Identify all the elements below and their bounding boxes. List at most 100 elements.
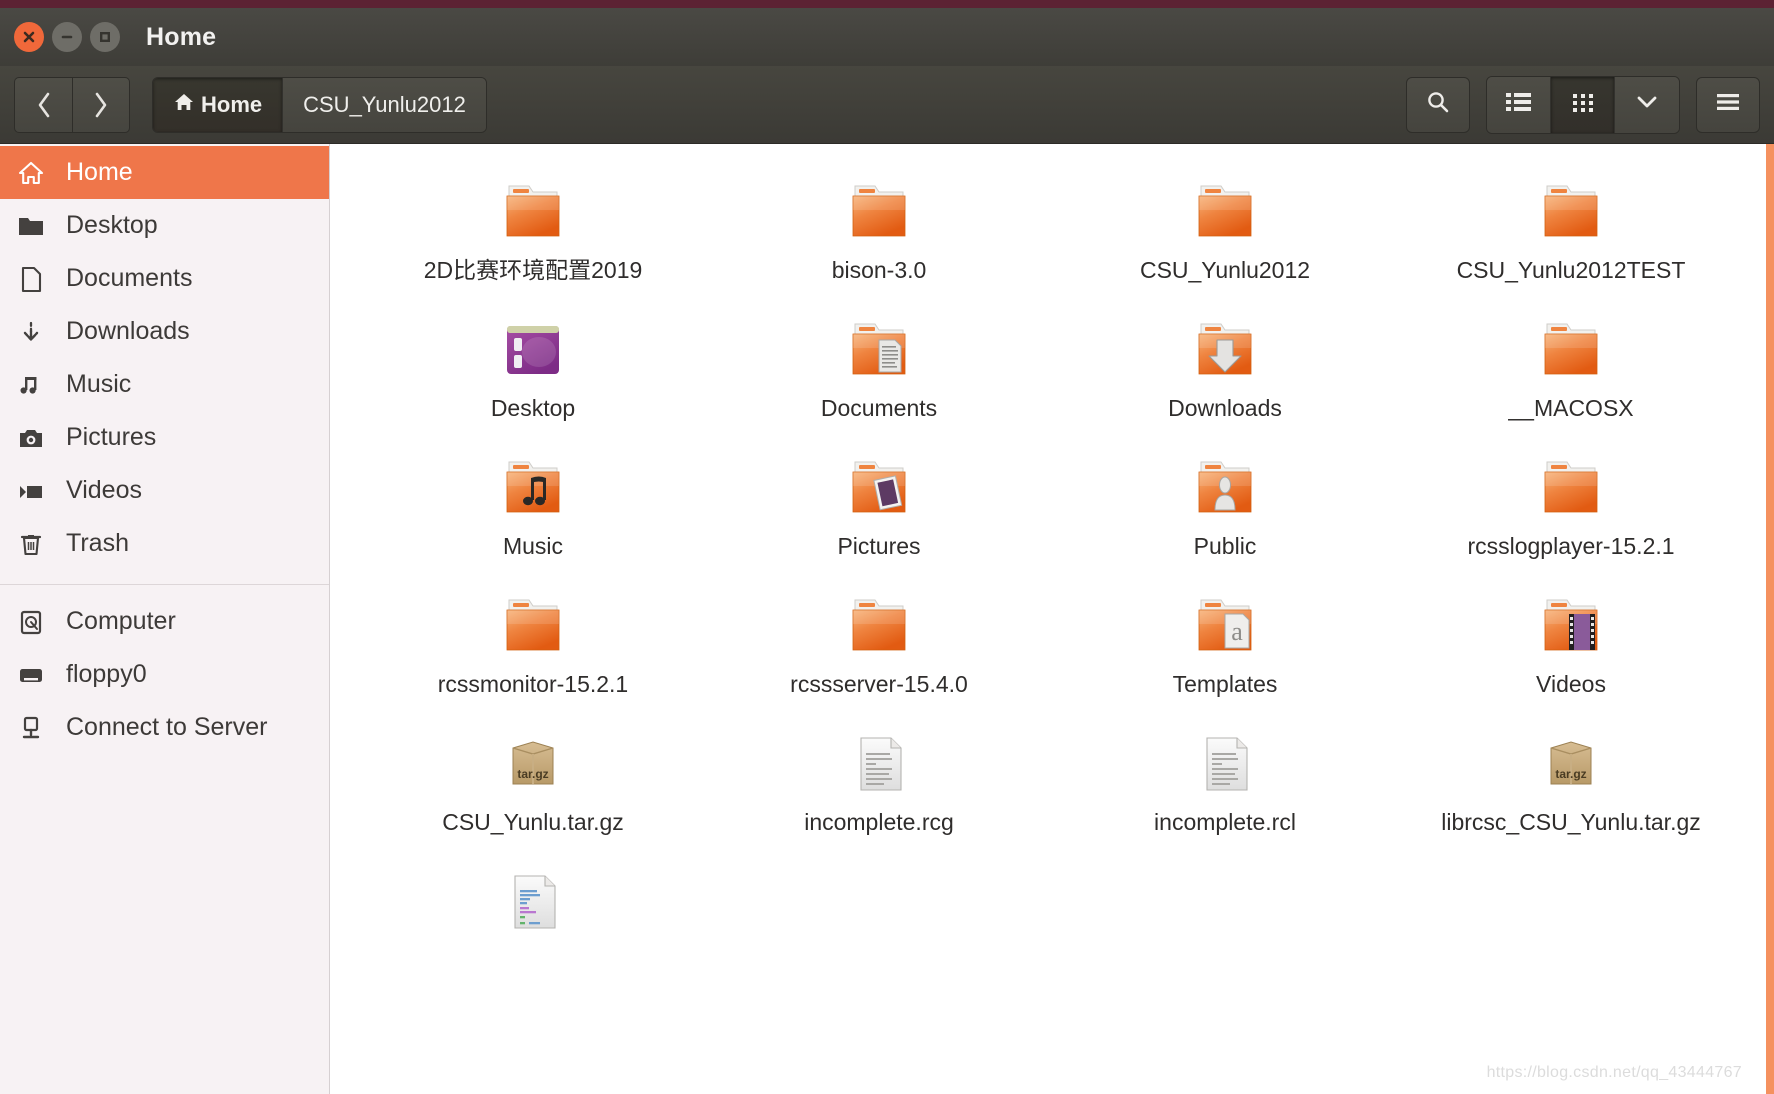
file-item[interactable]: CSU_Yunlu2012TEST [1398, 162, 1744, 300]
file-item[interactable]: 2D比赛环境配置2019 [360, 162, 706, 300]
file-label: Documents [820, 395, 938, 421]
sidebar-item-videos[interactable]: Videos [0, 464, 329, 517]
vertical-scrollbar[interactable] [1765, 144, 1774, 1094]
camera-icon [14, 424, 48, 452]
folder-icon [1544, 323, 1598, 375]
folder-icon [1544, 461, 1598, 513]
back-button[interactable] [14, 76, 72, 133]
download-icon [14, 318, 48, 346]
sidebar-item-label: Trash [66, 529, 129, 557]
chevron-down-icon [1633, 92, 1661, 117]
file-item[interactable]: tar.gz CSU_Yunlu.tar.gz [360, 714, 706, 852]
file-grid-pane[interactable]: 2D比赛环境配置2019 bison-3.0 CSU_Yunlu2012 CSU… [330, 144, 1774, 1094]
sidebar-item-pictures[interactable]: Pictures [0, 411, 329, 464]
sidebar-item-label: Videos [66, 476, 142, 504]
sidebar-item-music[interactable]: Music [0, 358, 329, 411]
file-icon [1187, 450, 1263, 526]
file-icon [1533, 312, 1609, 388]
file-item[interactable]: incomplete.rcg [706, 714, 1052, 852]
breadcrumb: Home CSU_Yunlu2012 [152, 76, 487, 133]
file-item[interactable]: bison-3.0 [706, 162, 1052, 300]
file-item[interactable] [360, 852, 706, 990]
sidebar-item-desktop[interactable]: Desktop [0, 199, 329, 252]
breadcrumb-label: Home [201, 91, 263, 117]
file-item[interactable]: Pictures [706, 438, 1052, 576]
file-icon [495, 312, 571, 388]
maximize-button[interactable] [90, 22, 120, 52]
file-label: Public [1193, 533, 1257, 559]
home-icon [14, 159, 48, 187]
video-icon [14, 477, 48, 505]
document-icon [860, 737, 902, 791]
sidebar-item-downloads[interactable]: Downloads [0, 305, 329, 358]
file-item[interactable]: Downloads [1052, 300, 1398, 438]
folder-icon [852, 599, 906, 651]
file-item[interactable]: tar.gz librcsc_CSU_Yunlu.tar.gz [1398, 714, 1744, 852]
sidebar-item-label: Desktop [66, 211, 158, 239]
sidebar-item-trash[interactable]: Trash [0, 517, 329, 570]
file-item[interactable]: Public [1052, 438, 1398, 576]
sidebar-item-floppy0[interactable]: floppy0 [0, 648, 329, 701]
file-label: librcsc_CSU_Yunlu.tar.gz [1441, 809, 1701, 835]
file-item[interactable]: incomplete.rcl [1052, 714, 1398, 852]
file-item[interactable]: __MACOSX [1398, 300, 1744, 438]
file-icon [1533, 174, 1609, 250]
file-icon [841, 726, 917, 802]
file-item[interactable]: Documents [706, 300, 1052, 438]
file-item[interactable]: CSU_Yunlu2012 [1052, 162, 1398, 300]
title-bar: Home [0, 8, 1774, 66]
list-view-icon [1505, 91, 1533, 118]
svg-text:a: a [1231, 617, 1243, 646]
file-label: Pictures [837, 533, 921, 559]
search-button[interactable] [1406, 76, 1470, 133]
file-icon [841, 450, 917, 526]
file-label: incomplete.rcl [1154, 809, 1296, 835]
scrollbar-thumb[interactable] [1766, 144, 1774, 1094]
breadcrumb-item-csu-yunlu2012[interactable]: CSU_Yunlu2012 [283, 77, 486, 132]
menu-button[interactable] [1696, 76, 1760, 133]
window-controls [14, 22, 120, 52]
folder-icon [852, 461, 906, 513]
document-icon [14, 265, 48, 293]
svg-text:tar.gz: tar.gz [517, 767, 548, 781]
file-item[interactable]: Videos [1398, 576, 1744, 714]
desktop-icon [507, 326, 559, 374]
file-item[interactable]: rcsslogplayer-15.2.1 [1398, 438, 1744, 576]
sidebar-item-connect-to-server[interactable]: Connect to Server [0, 701, 329, 754]
file-item[interactable]: rcssmonitor-15.2.1 [360, 576, 706, 714]
watermark: https://blog.csdn.net/qq_43444767 [1486, 1064, 1742, 1081]
file-icon: a [1187, 588, 1263, 664]
folder-icon [1198, 323, 1252, 375]
sidebar-item-label: Pictures [66, 423, 157, 451]
grid-view-icon [1571, 91, 1595, 118]
minimize-button[interactable] [52, 22, 82, 52]
toolbar: Home CSU_Yunlu2012 [0, 66, 1774, 144]
svg-text:tar.gz: tar.gz [1555, 767, 1586, 781]
forward-button[interactable] [72, 76, 130, 133]
sidebar-item-home[interactable]: Home [0, 146, 329, 199]
grid-view-button[interactable] [1551, 76, 1615, 133]
file-item[interactable]: rcssserver-15.4.0 [706, 576, 1052, 714]
file-item[interactable]: a Templates [1052, 576, 1398, 714]
folder-icon [852, 323, 906, 375]
file-icon [495, 450, 571, 526]
sidebar-item-label: Music [66, 370, 132, 398]
file-label: Videos [1536, 671, 1606, 697]
sidebar-item-documents[interactable]: Documents [0, 252, 329, 305]
file-icon [1533, 450, 1609, 526]
close-button[interactable] [14, 22, 44, 52]
file-item[interactable]: Desktop [360, 300, 706, 438]
file-icon [495, 588, 571, 664]
file-label: Templates [1172, 671, 1278, 697]
list-view-button[interactable] [1487, 76, 1551, 133]
view-options-button[interactable] [1615, 76, 1679, 133]
file-icon [841, 312, 917, 388]
file-label: CSU_Yunlu2012TEST [1456, 257, 1686, 283]
file-icon [1187, 174, 1263, 250]
folder-icon: a [1198, 599, 1252, 651]
archive-icon: tar.gz [1550, 741, 1592, 785]
file-item[interactable]: Music [360, 438, 706, 576]
file-icon [841, 174, 917, 250]
sidebar-item-computer[interactable]: Computer [0, 595, 329, 648]
breadcrumb-item-home[interactable]: Home [153, 77, 284, 132]
